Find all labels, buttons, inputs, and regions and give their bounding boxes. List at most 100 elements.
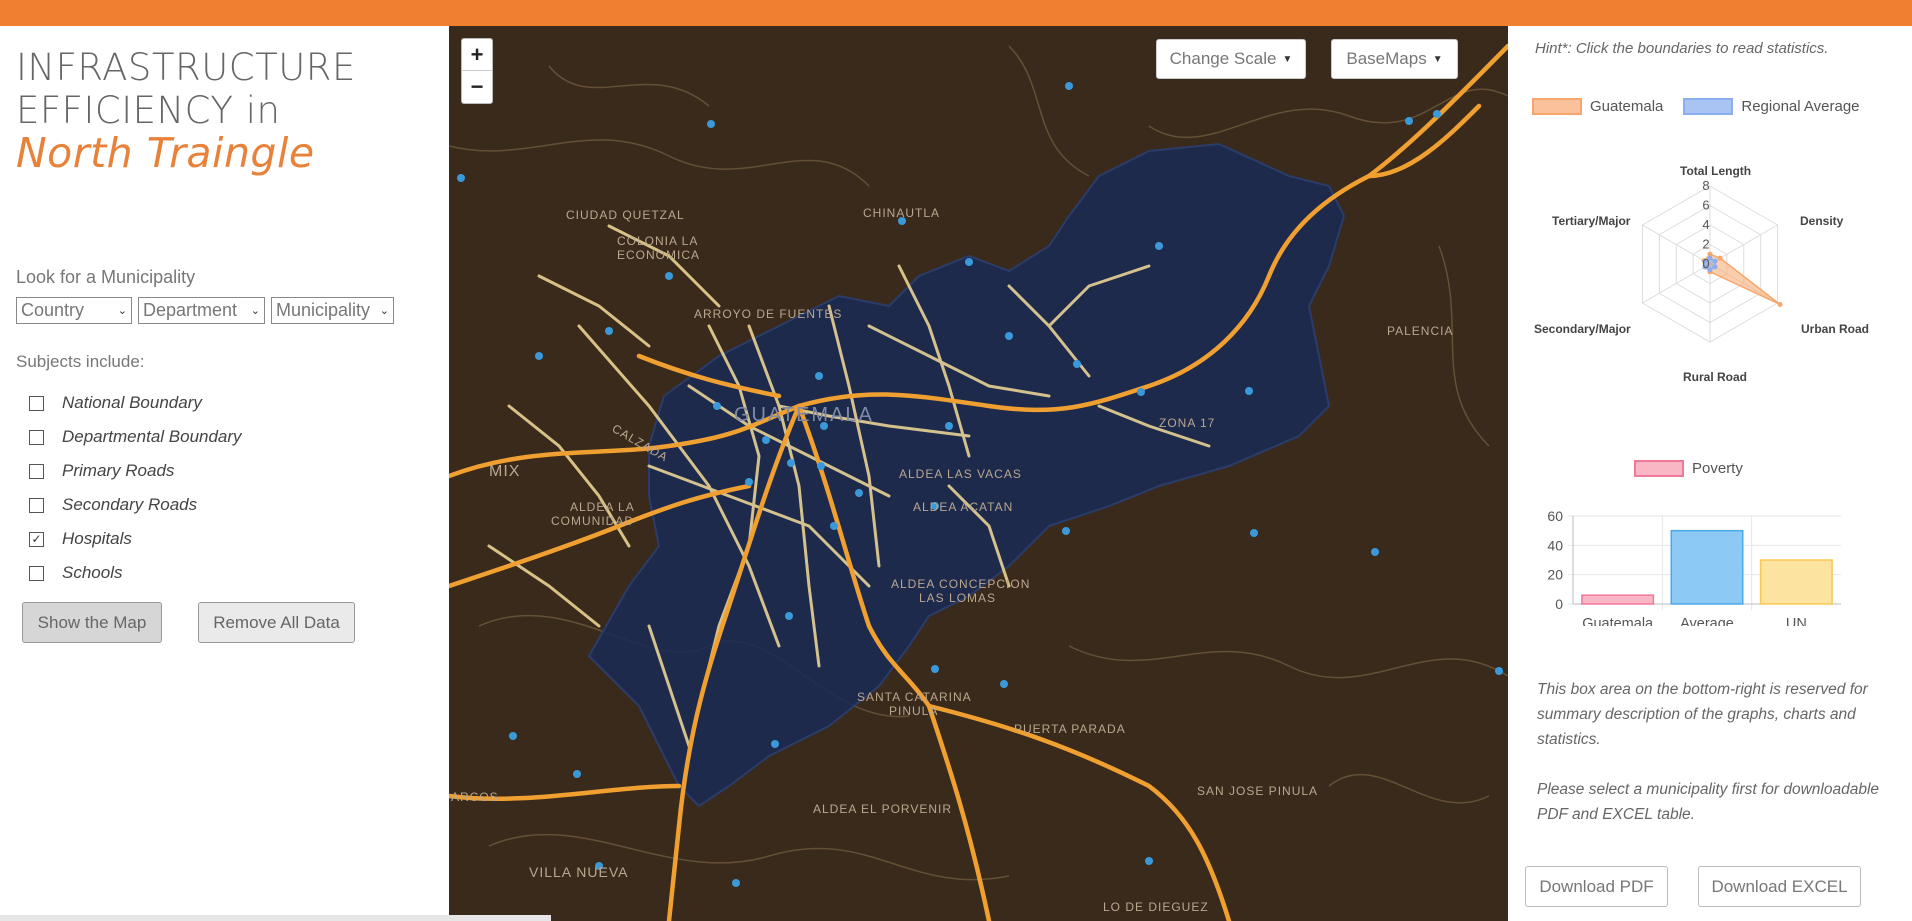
map-label: SAN JOSE PINULA xyxy=(1197,784,1319,798)
map-label: COLONIA LA xyxy=(617,234,699,248)
chevron-down-icon: ⌄ xyxy=(250,305,260,317)
zoom-in-button[interactable]: + xyxy=(462,39,492,71)
subjects-label: Subjects include: xyxy=(16,352,145,371)
map-label: GUATEMALA xyxy=(734,404,874,426)
map-label: PUERTA PARADA xyxy=(1014,722,1126,736)
subject-item[interactable]: Secondary Roads xyxy=(29,488,242,522)
radar-legend: Guatemala Regional Average xyxy=(1532,98,1860,115)
map-label: ALDEA LAS VACAS xyxy=(899,467,1022,481)
download-excel-button[interactable]: Download EXCEL xyxy=(1698,866,1861,907)
hint-text: Hint*: Click the boundaries to read stat… xyxy=(1535,40,1829,57)
checkbox[interactable] xyxy=(29,565,44,581)
map-label: PALENCIA xyxy=(1387,324,1454,338)
legend-swatch-regional xyxy=(1683,98,1734,115)
title-line-2: EFFICIENCY in xyxy=(16,89,356,132)
basemaps-button[interactable]: BaseMaps ▼ xyxy=(1331,39,1458,79)
chevron-down-icon: ⌄ xyxy=(117,305,127,317)
bar xyxy=(1759,559,1833,605)
department-select[interactable]: Department ⌄ xyxy=(138,297,265,324)
left-panel: INFRASTRUCTURE EFFICIENCY in North Train… xyxy=(0,26,449,921)
radar-axis-label: Density xyxy=(1800,214,1844,228)
map-view[interactable]: CIUDAD QUETZAL COLONIA LA ECONOMICA CHIN… xyxy=(449,26,1508,921)
legend-label-regional: Regional Average xyxy=(1741,98,1860,115)
radar-chart[interactable]: 0 2 4 6 8 xyxy=(1508,156,1912,426)
map-label: MIX xyxy=(489,463,521,480)
show-map-button[interactable]: Show the Map xyxy=(22,602,162,643)
legend-swatch-country xyxy=(1532,98,1582,115)
subject-item[interactable]: Departmental Boundary xyxy=(29,420,242,454)
checkbox[interactable] xyxy=(29,497,44,513)
bar-y-tick-label: 20 xyxy=(1547,567,1563,583)
remove-all-data-button[interactable]: Remove All Data xyxy=(198,602,355,643)
subject-label: Departmental Boundary xyxy=(62,427,242,446)
country-select[interactable]: Country ⌄ xyxy=(16,297,132,324)
map-label: CIUDAD QUETZAL xyxy=(566,208,685,222)
right-panel: Hint*: Click the boundaries to read stat… xyxy=(1508,26,1912,921)
zoom-out-button[interactable]: − xyxy=(462,71,492,103)
legend-swatch-poverty xyxy=(1634,460,1684,477)
app-title: INFRASTRUCTURE EFFICIENCY in North Train… xyxy=(16,46,356,175)
subject-item[interactable]: Schools xyxy=(29,556,242,590)
radar-point xyxy=(1777,301,1783,307)
summary-text: This box area on the bottom-right is res… xyxy=(1537,681,1868,748)
map-label: ZONA 17 xyxy=(1159,416,1216,430)
subject-label: Primary Roads xyxy=(62,461,175,480)
subject-item[interactable]: ✓ Hospitals xyxy=(29,522,242,556)
search-label: Look for a Municipality xyxy=(16,267,196,287)
radar-axis-label: Tertiary/Major xyxy=(1552,214,1631,228)
legend-label-poverty: Poverty xyxy=(1692,460,1743,477)
country-select-value: Country xyxy=(21,300,85,320)
map-label: PINULA xyxy=(889,704,939,718)
map-label: ALDEA EL PORVENIR xyxy=(813,802,953,816)
radar-axis-label: Total Length xyxy=(1680,164,1752,178)
title-line-2a: EFFICIENCY xyxy=(16,89,246,132)
bar-category-label: UN xyxy=(1786,616,1807,626)
zoom-control: + − xyxy=(461,38,493,104)
map-label: COMUNIDAD xyxy=(551,514,634,528)
map-label: LO DE DIEGUEZ xyxy=(1103,900,1209,914)
map-label: VILLA NUEVA xyxy=(529,864,629,880)
map-label: ALDEA CONCEPCION xyxy=(891,577,1031,591)
change-scale-button[interactable]: Change Scale ▼ xyxy=(1156,39,1306,79)
title-line-3: North Traingle xyxy=(16,129,315,177)
checkbox[interactable] xyxy=(29,395,44,411)
map-label: ALDEA ACATAN xyxy=(913,500,1014,514)
summary-instruction: Please select a municipality first for d… xyxy=(1537,781,1880,823)
radar-tick-label: 0 xyxy=(1702,256,1709,271)
title-line-1: INFRASTRUCTURE xyxy=(16,46,356,89)
radar-axis-label: Secondary/Major xyxy=(1534,322,1631,336)
checkbox[interactable]: ✓ xyxy=(29,531,44,547)
radar-tick-label: 4 xyxy=(1702,217,1709,232)
bar-y-tick-label: 60 xyxy=(1547,508,1563,524)
legend-label-country: Guatemala xyxy=(1590,98,1664,115)
download-pdf-button[interactable]: Download PDF xyxy=(1525,866,1668,907)
subject-label: Hospitals xyxy=(62,529,132,548)
radar-axis-label: Rural Road xyxy=(1683,370,1748,384)
bar-category-label: Average xyxy=(1680,616,1734,626)
map-label: CHINAUTLA xyxy=(863,206,941,220)
municipality-select-value: Municipality xyxy=(276,300,371,320)
map-label: ECONOMICA xyxy=(617,248,701,262)
summary-box: This box area on the bottom-right is res… xyxy=(1537,677,1887,852)
municipality-select[interactable]: Municipality ⌄ xyxy=(271,297,394,324)
radar-point xyxy=(1712,258,1718,264)
checkbox[interactable] xyxy=(29,429,44,445)
bar-category-label: Guatemala xyxy=(1582,616,1654,626)
map-label: ARROYO DE FUENTES xyxy=(694,307,843,321)
bar-y-tick-label: 0 xyxy=(1555,596,1563,612)
subject-item[interactable]: National Boundary xyxy=(29,386,242,420)
radar-tick-label: 8 xyxy=(1702,178,1709,193)
chevron-down-icon: ⌄ xyxy=(379,305,389,317)
horizontal-scrollbar[interactable] xyxy=(0,915,551,921)
title-line-2b: in xyxy=(245,89,281,132)
caret-down-icon: ▼ xyxy=(1282,53,1293,65)
poverty-bar-chart[interactable]: 0 20 40 60 Guatemala Average UN xyxy=(1508,486,1912,626)
map-label: SANTA CATARINA xyxy=(857,690,972,704)
top-bar xyxy=(0,0,1912,26)
radar-axis-label: Urban Road xyxy=(1801,322,1870,336)
subject-item[interactable]: Primary Roads xyxy=(29,454,242,488)
radar-tick-label: 2 xyxy=(1702,237,1709,252)
checkbox[interactable] xyxy=(29,463,44,479)
subject-label: Secondary Roads xyxy=(62,495,198,514)
subjects-list: National Boundary Departmental Boundary … xyxy=(29,386,242,590)
